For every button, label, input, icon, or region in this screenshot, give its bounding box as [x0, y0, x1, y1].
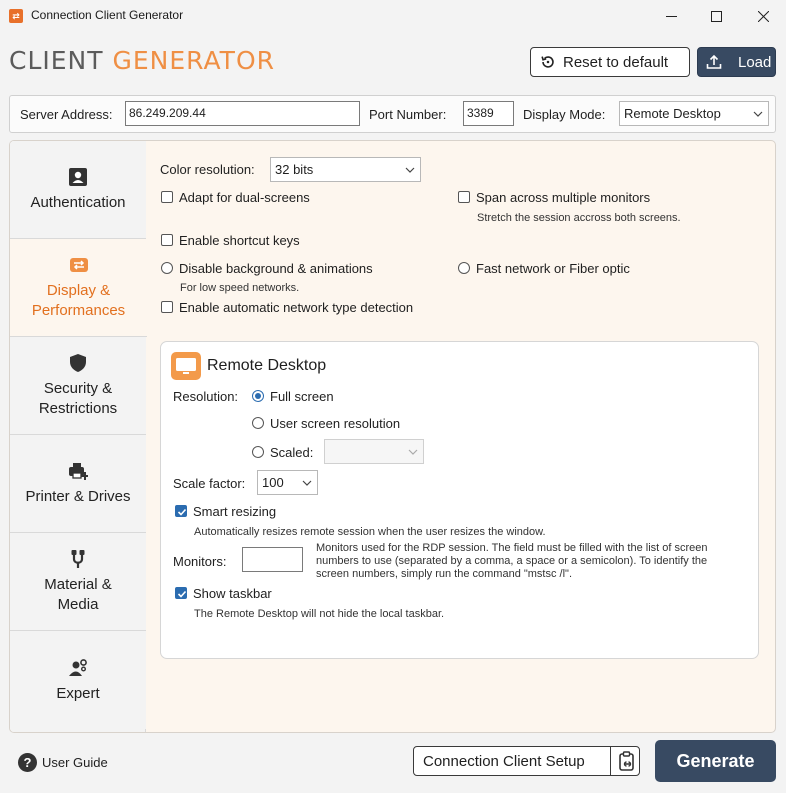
minimize-button[interactable]: [648, 0, 694, 32]
chevron-down-icon: [405, 167, 415, 173]
smart-resizing-label: Smart resizing: [193, 504, 277, 519]
sidebar-item-display-performances[interactable]: Display & Performances: [10, 239, 147, 337]
user-screen-label: User screen resolution: [270, 416, 401, 431]
auto-network-checkbox[interactable]: [161, 301, 173, 313]
span-monitors-checkbox[interactable]: [458, 191, 470, 203]
sidebar-item-authentication[interactable]: Authentication: [10, 141, 146, 239]
sidebar-item-material-media[interactable]: Material & Media: [10, 533, 146, 631]
sidebar-item-label: Printer & Drives: [25, 488, 131, 505]
shield-icon: [67, 352, 89, 374]
printer-add-icon: [67, 460, 89, 482]
display-mode-label: Display Mode:: [523, 107, 606, 122]
sidebar-item-label: Restrictions: [38, 400, 118, 417]
dual-screens-checkbox[interactable]: [161, 191, 173, 203]
span-monitors-hint: Stretch the session accross both screens…: [477, 212, 681, 224]
server-address-label: Server Address:: [20, 107, 113, 122]
scale-factor-select[interactable]: 100: [257, 470, 318, 495]
resolution-label: Resolution:: [173, 389, 239, 404]
reset-to-default-button[interactable]: Reset to default: [530, 47, 690, 77]
scale-factor-label: Scale factor:: [173, 476, 246, 491]
port-number-label: Port Number:: [369, 107, 447, 122]
remote-desktop-title: Remote Desktop: [207, 357, 327, 374]
sidebar-item-security-restrictions[interactable]: Security & Restrictions: [10, 337, 146, 435]
scaled-select[interactable]: [324, 439, 424, 464]
sidebar-item-label: Performances: [31, 302, 126, 319]
smart-resizing-checkbox[interactable]: [175, 505, 187, 517]
maximize-icon: [710, 10, 722, 22]
sidebar-nav: Authentication Display & Performances Se…: [10, 141, 147, 732]
minimize-icon: [665, 15, 677, 17]
sidebar-item-label: Media: [57, 596, 99, 613]
disable-background-label: Disable background & animations: [179, 261, 373, 276]
fast-network-label: Fast network or Fiber optic: [476, 261, 630, 276]
scaled-radio[interactable]: [252, 446, 264, 458]
clipboard-link-icon[interactable]: [617, 751, 637, 771]
button-divider: [610, 747, 611, 775]
setup-label: Connection Client Setup: [423, 752, 585, 770]
full-screen-radio[interactable]: [252, 390, 264, 402]
monitors-hint-line1: Monitors used for the RDP session. The f…: [316, 542, 708, 554]
connection-client-app-icon: ⇄: [9, 9, 23, 23]
server-address-input[interactable]: 86.249.209.44: [125, 101, 360, 126]
help-icon[interactable]: ?: [18, 753, 37, 772]
close-button[interactable]: [740, 0, 786, 32]
show-taskbar-checkbox[interactable]: [175, 587, 187, 599]
chevron-down-icon: [753, 111, 763, 117]
display-mode-value: Remote Desktop: [624, 106, 721, 121]
usb-cable-icon: [67, 548, 89, 570]
sidebar-item-label: Authentication: [30, 194, 126, 211]
monitors-hint-line2: numbers to use (separated by a comma, a …: [316, 555, 708, 567]
sidebar-item-label: Material &: [44, 576, 112, 593]
user-gear-icon: [67, 657, 89, 679]
reset-label: Reset to default: [563, 53, 669, 71]
chevron-down-icon: [302, 480, 312, 486]
monitors-input[interactable]: [242, 547, 303, 572]
monitors-label: Monitors:: [173, 554, 227, 569]
shortcut-keys-label: Enable shortcut keys: [179, 233, 300, 248]
generate-button[interactable]: Generate: [655, 740, 776, 782]
disable-background-radio[interactable]: [161, 262, 173, 274]
reset-icon: [541, 56, 554, 68]
user-badge-icon: [67, 166, 89, 188]
upload-icon: [706, 54, 722, 69]
maximize-button[interactable]: [693, 0, 739, 32]
load-button[interactable]: Load: [697, 47, 776, 77]
scaled-label: Scaled:: [270, 445, 314, 460]
checkmark-icon: [177, 590, 186, 598]
full-screen-label: Full screen: [270, 389, 334, 404]
color-resolution-select[interactable]: 32 bits: [270, 157, 421, 182]
sidebar-item-label: Security &: [43, 380, 113, 397]
sidebar-item-printer-drives[interactable]: Printer & Drives: [10, 435, 146, 533]
fast-network-radio[interactable]: [458, 262, 470, 274]
close-icon: [757, 10, 769, 22]
user-screen-radio[interactable]: [252, 417, 264, 429]
show-taskbar-hint: The Remote Desktop will not hide the loc…: [194, 608, 445, 620]
scale-factor-value: 100: [262, 475, 284, 490]
dual-screens-label: Adapt for dual-screens: [179, 190, 310, 205]
chevron-down-icon: [408, 449, 418, 455]
smart-resizing-hint: Automatically resizes remote session whe…: [194, 526, 546, 538]
window-title: Connection Client Generator: [31, 8, 184, 22]
port-number-input[interactable]: 3389: [463, 101, 514, 126]
display-switch-icon: [68, 254, 90, 276]
color-resolution-label: Color resolution:: [160, 162, 255, 177]
sidebar-item-label: Display &: [46, 282, 111, 299]
remote-desktop-card: Remote Desktop Resolution: Full screen U…: [160, 341, 759, 659]
load-label: Load: [738, 53, 772, 71]
show-taskbar-label: Show taskbar: [193, 586, 272, 601]
sidebar-item-expert[interactable]: Expert: [10, 631, 146, 729]
disable-background-hint: For low speed networks.: [180, 282, 300, 294]
sidebar-item-label: Expert: [56, 684, 100, 702]
color-resolution-value: 32 bits: [275, 162, 314, 177]
shortcut-keys-checkbox[interactable]: [161, 234, 173, 246]
monitors-hint-line3: screen numbers, simply run the command "…: [316, 568, 573, 580]
user-guide-link[interactable]: User Guide: [42, 755, 108, 770]
client-generator-logo: CLIENT GENERATOR: [9, 46, 275, 75]
span-monitors-label: Span across multiple monitors: [476, 190, 651, 205]
auto-network-label: Enable automatic network type detection: [179, 300, 414, 315]
monitor-icon: [171, 352, 201, 380]
display-mode-select[interactable]: Remote Desktop: [619, 101, 769, 126]
connection-client-setup-button[interactable]: Connection Client Setup: [413, 746, 640, 776]
checkmark-icon: [177, 508, 186, 516]
